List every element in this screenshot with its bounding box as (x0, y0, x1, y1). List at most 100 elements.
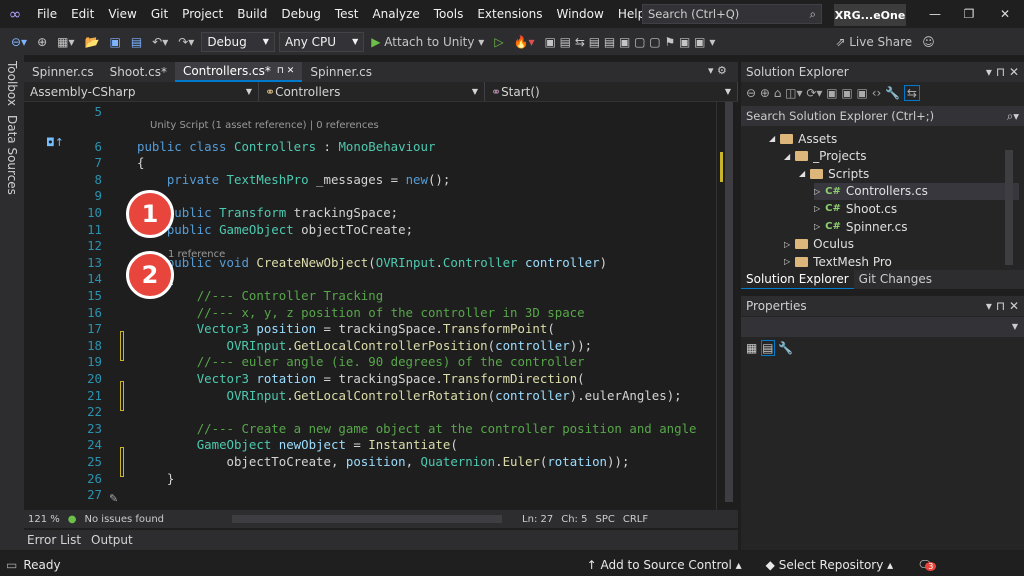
notifications-icon[interactable]: 🗨3 (917, 558, 937, 572)
restore-button[interactable]: ❐ (952, 0, 986, 28)
menu-item-test[interactable]: Test (328, 0, 366, 28)
expand-arrow-icon[interactable]: ◢ (799, 169, 805, 178)
menu-item-extensions[interactable]: Extensions (470, 0, 549, 28)
source-control-button[interactable]: ↑ Add to Source Control ▴ (587, 558, 742, 572)
expand-arrow-icon[interactable]: ▷ (814, 187, 820, 196)
pane-controls-icon[interactable]: ▾ ⊓ ✕ (986, 299, 1019, 313)
properties-object-select[interactable]: ▼ (741, 317, 1024, 337)
tree-item[interactable]: ▷ TextMesh Pro (784, 253, 892, 270)
menu-item-tools[interactable]: Tools (427, 0, 471, 28)
toolbar-misc-icons[interactable]: ▣ ▤ ⇆ ▤ ▤ ▣ ▢ ▢ ⚑ ▣ ▣ ▾ (542, 35, 719, 49)
alphabetical-icon[interactable]: ▤ (761, 340, 775, 356)
code-line[interactable]: 7{ (24, 155, 716, 172)
platform-select[interactable]: Any CPU ▼ (278, 31, 365, 52)
expand-arrow-icon[interactable]: ▷ (814, 204, 820, 213)
class-codelens[interactable]: Unity Script (1 asset reference) | 0 ref… (150, 120, 379, 131)
tree-item[interactable]: ◢ Scripts (799, 165, 869, 182)
select-repository-button[interactable]: ◆ Select Repository ▴ (766, 558, 894, 572)
pane-controls-icon[interactable]: ▾ ⊓ ✕ (986, 65, 1019, 79)
hot-reload-icon[interactable]: 🔥▾ (511, 35, 538, 49)
member-dropdown[interactable]: ⚭Start() ▼ (485, 82, 738, 101)
tree-item[interactable]: ▷ C# Spinner.cs (814, 218, 908, 235)
tree-item[interactable]: ◢ _Projects (784, 148, 866, 165)
sync-icon[interactable]: ⇆ (903, 85, 920, 101)
solution-explorer-toolbar[interactable]: ⊖ ⊕ ⌂ ◫▾ ⟳▾ ▣ ▣ ▣ ‹› 🔧 ⇆ (741, 82, 1024, 106)
expand-arrow-icon[interactable]: ◢ (784, 152, 790, 161)
expand-arrow-icon[interactable]: ▷ (784, 240, 790, 249)
new-project-icon[interactable]: ▦▾ (54, 35, 77, 49)
toolbox-tab[interactable]: Toolbox (5, 61, 19, 106)
expand-arrow-icon[interactable]: ▷ (814, 222, 820, 231)
code-line[interactable]: 8 private TextMeshPro _messages = new(); (24, 172, 716, 189)
code-line[interactable]: 17 Vector3 position = trackingSpace.Tran… (24, 321, 716, 338)
tab-close-icon[interactable]: ⊓ ✕ (277, 66, 294, 76)
live-share-button[interactable]: ⇗ Live Share (832, 35, 915, 49)
menu-item-view[interactable]: View (101, 0, 143, 28)
menu-item-build[interactable]: Build (230, 0, 274, 28)
save-all-icon[interactable]: ▤ (128, 35, 145, 49)
menu-item-file[interactable]: File (30, 0, 64, 28)
attach-to-unity-button[interactable]: ▶ Attach to Unity ▾ (368, 35, 487, 49)
tab-git-changes[interactable]: Git Changes (854, 270, 937, 289)
undo-icon[interactable]: ↶▾ (149, 35, 171, 49)
open-icon[interactable]: 📂 (82, 35, 103, 49)
solution-name-badge[interactable]: XRG...eOne (834, 4, 906, 26)
project-dropdown[interactable]: Assembly-CSharp ▼ (24, 82, 259, 101)
code-line[interactable]: 12 (24, 238, 716, 255)
code-line[interactable]: 22 (24, 404, 716, 421)
feedback-icon[interactable]: ☺ (919, 35, 938, 49)
tab-error-list[interactable]: Error List (27, 533, 81, 547)
back-icon[interactable]: ⊖▾ (8, 35, 30, 49)
line-ending-status[interactable]: CRLF (623, 514, 648, 525)
code-line[interactable]: 25 objectToCreate, position, Quaternion.… (24, 454, 716, 471)
tree-scrollbar[interactable] (1005, 150, 1013, 265)
close-button[interactable]: ✕ (988, 0, 1022, 28)
issues-status[interactable]: No issues found (85, 514, 165, 525)
horizontal-scrollbar[interactable] (232, 515, 503, 523)
expand-arrow-icon[interactable]: ◢ (769, 134, 775, 143)
menu-item-window[interactable]: Window (550, 0, 611, 28)
menu-item-git[interactable]: Git (144, 0, 175, 28)
tree-item[interactable]: ▷ C# Controllers.cs (814, 182, 1019, 200)
zoom-level[interactable]: 121 % (28, 514, 60, 525)
code-line[interactable]: 27 (24, 487, 716, 504)
scrollbar-thumb[interactable] (725, 102, 733, 502)
code-line[interactable]: 26 } (24, 471, 716, 488)
redo-icon[interactable]: ↷▾ (175, 35, 197, 49)
spacing-status[interactable]: SPC (595, 514, 614, 525)
code-line[interactable]: 24 GameObject newObject = Instantiate( (24, 437, 716, 454)
code-line[interactable]: 15 //--- Controller Tracking (24, 288, 716, 305)
tab-output[interactable]: Output (91, 533, 133, 547)
vertical-scrollbar[interactable] (716, 102, 736, 510)
menu-item-analyze[interactable]: Analyze (365, 0, 426, 28)
tree-item[interactable]: ▷ Oculus (784, 236, 854, 253)
tree-item[interactable]: ▷ C# Shoot.cs (814, 200, 897, 217)
code-line[interactable]: 23 //--- Create a new game object at the… (24, 421, 716, 438)
code-line[interactable]: 20 Vector3 rotation = trackingSpace.Tran… (24, 371, 716, 388)
menu-item-debug[interactable]: Debug (274, 0, 327, 28)
tab-overflow-icon[interactable]: ▾ ⚙ (708, 64, 727, 77)
code-line[interactable]: 19 //--- euler angle (ie. 90 degrees) of… (24, 354, 716, 371)
tab-spinner-cs[interactable]: Spinner.cs (24, 62, 102, 82)
menu-item-project[interactable]: Project (175, 0, 230, 28)
tab-controllers-cs-[interactable]: Controllers.cs* ⊓ ✕ (174, 62, 303, 82)
configuration-select[interactable]: Debug ▼ (201, 31, 275, 52)
data-sources-tab[interactable]: Data Sources (5, 115, 19, 195)
search-input[interactable]: Search (Ctrl+Q) ⌕ (642, 4, 822, 24)
start-without-debug-icon[interactable]: ▷ (491, 35, 506, 49)
properties-toolbar[interactable]: ▦ ▤ 🔧 (741, 337, 1024, 359)
code-line[interactable]: 6 public class Controllers : MonoBehaviou… (24, 139, 716, 156)
code-editor[interactable]: Unity Script (1 asset reference) | 0 ref… (24, 102, 716, 510)
minimize-button[interactable]: — (918, 0, 952, 28)
tree-item[interactable]: ◢ Assets (769, 130, 837, 147)
tab-shoot-cs-[interactable]: Shoot.cs* (102, 62, 175, 82)
class-dropdown[interactable]: ⚭Controllers ▼ (259, 82, 485, 101)
tab-solution-explorer[interactable]: Solution Explorer (741, 270, 854, 289)
menu-item-edit[interactable]: Edit (64, 0, 101, 28)
code-line[interactable]: 21 OVRInput.GetLocalControllerRotation(c… (24, 388, 716, 405)
code-line[interactable]: 5 (24, 104, 716, 121)
solution-search-input[interactable]: Search Solution Explorer (Ctrl+;) ⌕▾ (741, 106, 1024, 126)
code-line[interactable]: 16 //--- x, y, z position of the control… (24, 305, 716, 322)
forward-icon[interactable]: ⊕ (34, 35, 50, 49)
save-icon[interactable]: ▣ (106, 35, 123, 49)
